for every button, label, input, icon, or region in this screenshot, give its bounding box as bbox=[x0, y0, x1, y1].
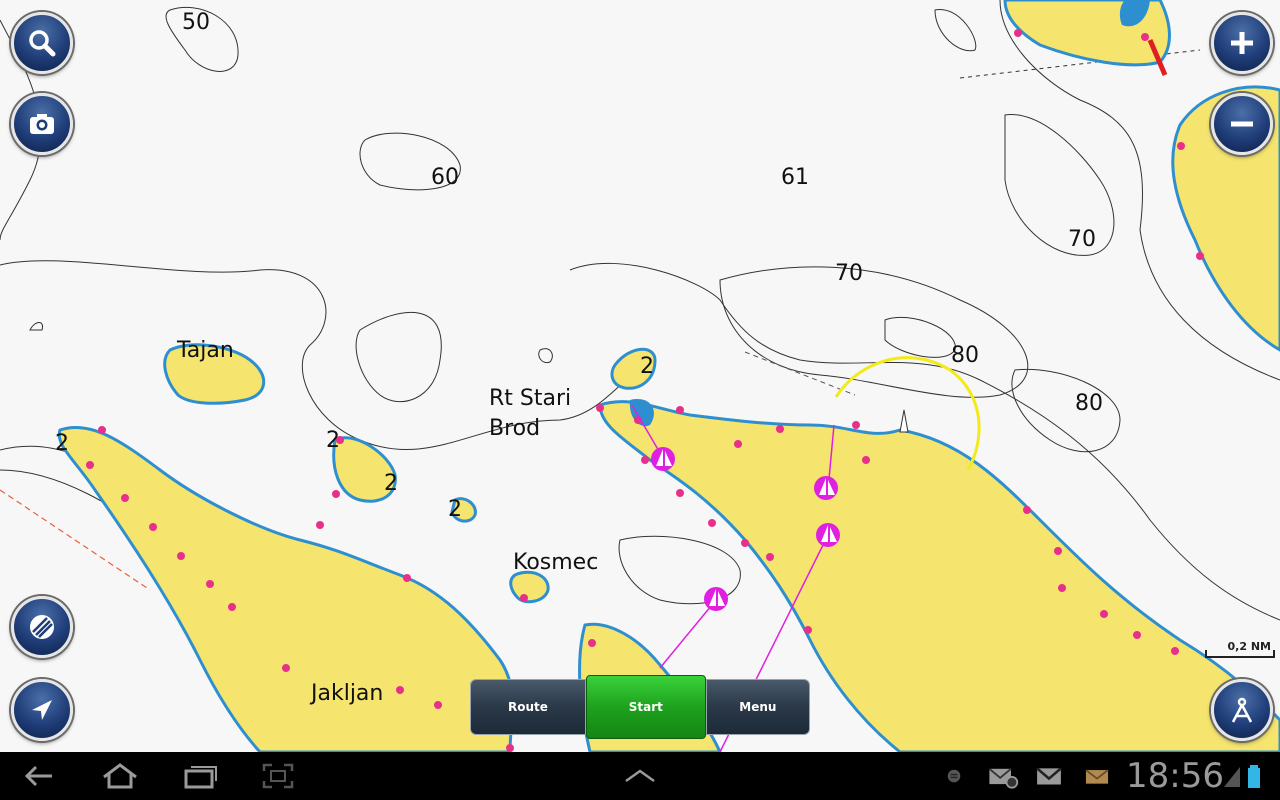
nautical-chart[interactable]: 50 60 61 70 70 80 80 2 2 2 2 2 Tajan Rt … bbox=[0, 0, 1280, 752]
depth-label: 2 bbox=[326, 428, 340, 453]
notification-icon-1[interactable] bbox=[940, 760, 968, 792]
zoom-in-button[interactable] bbox=[1211, 12, 1273, 74]
battery-icon bbox=[1248, 765, 1260, 788]
place-label-brod: Brod bbox=[489, 416, 540, 441]
route-toolbar: Route Start Menu bbox=[470, 675, 810, 739]
back-arrow-icon bbox=[24, 765, 52, 787]
place-label-jakljan: Jakljan bbox=[309, 681, 383, 706]
search-icon bbox=[29, 30, 56, 57]
screenshot-nav-button[interactable] bbox=[258, 760, 298, 792]
plus-icon bbox=[1231, 32, 1253, 54]
depth-label: 70 bbox=[1068, 227, 1096, 252]
autopilot-button[interactable] bbox=[1211, 679, 1273, 741]
depth-label: 70 bbox=[835, 261, 863, 286]
place-label-rt-stari: Rt Stari bbox=[489, 386, 571, 411]
depth-label: 2 bbox=[640, 354, 654, 379]
search-button[interactable] bbox=[11, 12, 73, 74]
screenshot-icon bbox=[262, 763, 294, 789]
email-alert-icon bbox=[988, 768, 1019, 789]
notification-icon-4[interactable] bbox=[1080, 760, 1114, 792]
camera-icon bbox=[30, 114, 54, 134]
system-navigation-bar: 18:56 bbox=[0, 752, 1280, 800]
zoom-out-button[interactable] bbox=[1211, 93, 1273, 155]
route-button[interactable]: Route bbox=[470, 679, 586, 735]
depth-label: 2 bbox=[448, 497, 462, 522]
depth-label: 61 bbox=[781, 165, 809, 190]
battery-indicator bbox=[1246, 760, 1262, 792]
signal-icon bbox=[1224, 767, 1240, 787]
notification-icon-3[interactable] bbox=[1032, 760, 1066, 792]
chevron-up-icon bbox=[625, 769, 655, 783]
layers-button[interactable] bbox=[11, 596, 73, 658]
depth-label: 2 bbox=[55, 431, 69, 456]
screenshot-button[interactable] bbox=[11, 93, 73, 155]
depth-label: 80 bbox=[951, 343, 979, 368]
signal-indicator bbox=[1222, 760, 1242, 792]
status-clock[interactable]: 18:56 bbox=[1126, 758, 1224, 794]
scale-bar: 0,2 NM bbox=[1205, 640, 1275, 660]
start-button[interactable]: Start bbox=[585, 675, 706, 739]
depth-label: 60 bbox=[431, 165, 459, 190]
depth-label: 80 bbox=[1075, 391, 1103, 416]
menu-button[interactable]: Menu bbox=[705, 679, 810, 735]
sync-icon bbox=[947, 769, 961, 783]
home-icon bbox=[103, 763, 137, 789]
compass-icon bbox=[1231, 697, 1253, 723]
expand-button[interactable] bbox=[620, 760, 660, 792]
minus-icon bbox=[1231, 121, 1253, 127]
home-button[interactable] bbox=[100, 760, 140, 792]
gmail-icon bbox=[1036, 767, 1062, 785]
mail-icon bbox=[1085, 769, 1109, 784]
place-label-kosmec: Kosmec bbox=[513, 550, 598, 575]
depth-label: 2 bbox=[384, 471, 398, 496]
navigation-arrow-icon bbox=[32, 700, 52, 720]
layers-icon bbox=[30, 615, 54, 639]
notification-icon-2[interactable] bbox=[984, 760, 1020, 792]
navigate-button[interactable] bbox=[11, 679, 73, 741]
recent-apps-button[interactable] bbox=[180, 760, 220, 792]
back-button[interactable] bbox=[20, 760, 60, 792]
depth-label: 50 bbox=[182, 10, 210, 35]
recent-apps-icon bbox=[184, 766, 217, 789]
place-label-tajan: Tajan bbox=[176, 338, 234, 363]
